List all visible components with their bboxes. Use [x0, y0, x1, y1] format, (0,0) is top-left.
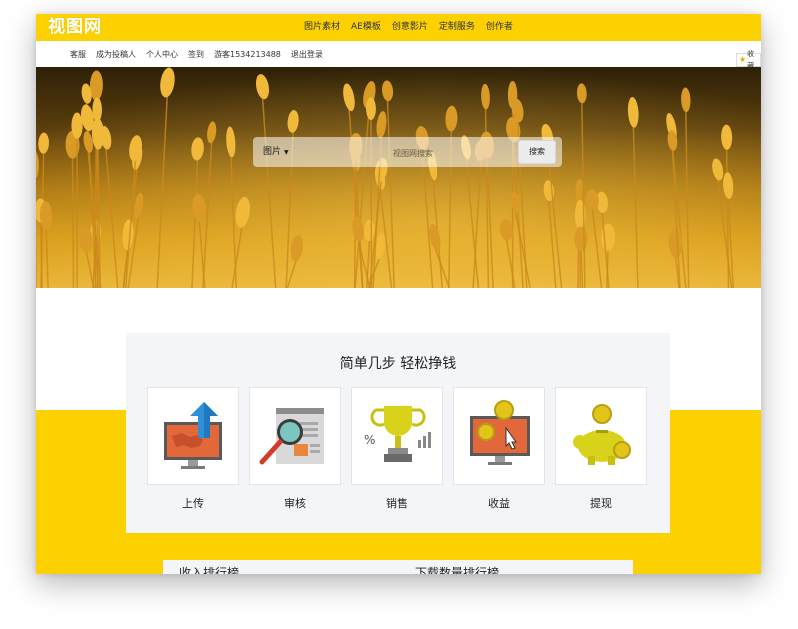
search-type-dropdown[interactable]: 图片 ▼ [263, 137, 289, 168]
rankings-panel: 收入排行榜 下载数量排行榜 [163, 560, 633, 574]
site-logo[interactable]: 视图网 [48, 15, 102, 40]
subnav-personal-center[interactable]: 个人中心 [146, 41, 178, 68]
steps-panel: 简单几步 轻松挣钱 上传 审核 % 销售 收益 提现 [126, 333, 670, 533]
step-label-upload: 上传 [182, 497, 204, 510]
step-label-withdraw: 提现 [590, 497, 612, 510]
subnav-check-in[interactable]: 签到 [188, 41, 204, 68]
hero-banner: 图片▼ 搜索 [36, 67, 761, 288]
user-subnav: 客服 成为投稿人 个人中心 签到 游客1534213488 退出登录 [70, 41, 333, 68]
wheat-field-image [36, 67, 761, 288]
income-ranking-title: 收入排行榜 [179, 566, 240, 574]
step-card-earnings[interactable]: 收益 [453, 387, 545, 511]
subnav-username[interactable]: 游客1534213488 [214, 41, 281, 68]
step-card-upload[interactable]: 上传 [147, 387, 239, 511]
nav-item-creators[interactable]: 创作者 [486, 14, 513, 41]
step-label-review: 审核 [284, 497, 306, 510]
top-navbar: 视图网 图片素材 AE模板 创意影片 定制服务 创作者 [36, 14, 761, 41]
steps-cards: 上传 审核 % 销售 收益 提现 [147, 387, 657, 511]
user-subnav-bar: 客服 成为投稿人 个人中心 签到 游客1534213488 退出登录 ★ 收藏 [36, 41, 761, 70]
upload-monitor-icon [147, 387, 239, 485]
step-label-earnings: 收益 [488, 497, 510, 510]
step-card-withdraw[interactable]: 提现 [555, 387, 647, 511]
favorite-button[interactable]: ★ 收藏 [736, 50, 761, 70]
earnings-monitor-icon [453, 387, 545, 485]
caret-down-icon: ▼ [284, 149, 289, 156]
nav-item-ae-templates[interactable]: AE模板 [351, 14, 381, 41]
search-box: 图片▼ 搜索 [253, 137, 562, 167]
star-icon: ★ [739, 55, 747, 64]
main-nav: 图片素材 AE模板 创意影片 定制服务 创作者 [304, 14, 524, 41]
sales-trophy-icon: % [351, 387, 443, 485]
search-button[interactable]: 搜索 [518, 140, 556, 164]
piggy-bank-icon [555, 387, 647, 485]
subnav-customer-service[interactable]: 客服 [70, 41, 86, 68]
step-card-sales[interactable]: % 销售 [351, 387, 443, 511]
step-label-sales: 销售 [386, 497, 408, 510]
review-magnifier-icon [249, 387, 341, 485]
download-ranking-title: 下载数量排行榜 [415, 566, 500, 574]
subnav-become-contributor[interactable]: 成为投稿人 [96, 41, 136, 68]
nav-item-creative-videos[interactable]: 创意影片 [392, 14, 428, 41]
search-type-label: 图片 [263, 147, 282, 157]
subnav-logout[interactable]: 退出登录 [291, 41, 323, 68]
svg-text:%: % [364, 433, 375, 447]
nav-item-images[interactable]: 图片素材 [304, 14, 340, 41]
nav-item-custom-service[interactable]: 定制服务 [439, 14, 475, 41]
step-card-review[interactable]: 审核 [249, 387, 341, 511]
search-input[interactable] [313, 142, 513, 164]
steps-title: 简单几步 轻松挣钱 [339, 356, 457, 372]
